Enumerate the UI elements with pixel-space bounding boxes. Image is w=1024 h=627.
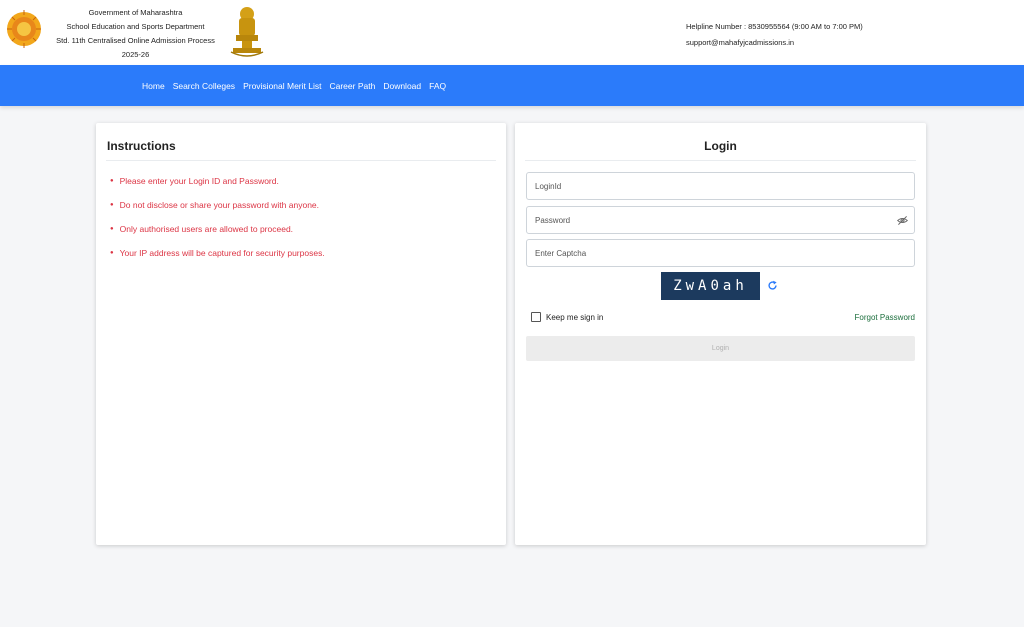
national-emblem-icon <box>230 7 264 57</box>
password-input[interactable] <box>527 207 914 233</box>
list-item: ● Please enter your Login ID and Passwor… <box>110 175 325 187</box>
support-email: support@mahafyjcadmissions.in <box>686 38 795 47</box>
instruction-text: Please enter your Login ID and Password. <box>119 176 279 186</box>
instruction-text: Do not disclose or share your password w… <box>119 200 320 210</box>
list-item: ● Do not disclose or share your password… <box>110 199 325 211</box>
helpline-info: Helpline Number : 8530955564 (9:00 AM to… <box>686 19 863 51</box>
captcha-image: ZwA0ah <box>661 272 760 300</box>
bullet-icon: ● <box>110 178 114 184</box>
keep-signed-in-row: Keep me sign in <box>531 312 603 322</box>
top-header: Government of Maharashtra School Educati… <box>0 0 1024 65</box>
department-title: Government of Maharashtra School Educati… <box>48 6 223 62</box>
instructions-card: Instructions ● Please enter your Login I… <box>96 123 506 545</box>
bullet-icon: ● <box>110 202 114 208</box>
department-name: School Education and Sports Department <box>66 22 205 31</box>
password-field <box>526 206 915 234</box>
loginid-field <box>526 172 915 200</box>
nav-provisional-merit-list[interactable]: Provisional Merit List <box>243 81 321 91</box>
loginid-input[interactable] <box>527 173 914 199</box>
divider <box>525 160 916 161</box>
nav-faq[interactable]: FAQ <box>429 81 446 91</box>
refresh-icon[interactable] <box>767 280 778 291</box>
nav-home[interactable]: Home <box>142 81 165 91</box>
instructions-list: ● Please enter your Login ID and Passwor… <box>110 175 325 271</box>
instructions-title: Instructions <box>107 139 176 153</box>
instruction-text: Only authorised users are allowed to pro… <box>119 224 294 234</box>
login-card: Login ZwA0ah Keep me sign in Forgot Pass… <box>515 123 926 545</box>
captcha-input[interactable] <box>527 240 914 266</box>
divider <box>106 160 496 161</box>
nav-links: Home Search Colleges Provisional Merit L… <box>142 65 446 106</box>
bullet-icon: ● <box>110 226 114 232</box>
login-button[interactable]: Login <box>526 336 915 361</box>
helpline-number: Helpline Number : 8530955564 (9:00 AM to… <box>686 22 863 31</box>
list-item: ● Only authorised users are allowed to p… <box>110 223 325 235</box>
government-name: Government of Maharashtra <box>88 8 183 17</box>
maharashtra-seal-icon <box>7 10 41 48</box>
instruction-text: Your IP address will be captured for sec… <box>119 248 325 258</box>
keep-signed-in-checkbox[interactable] <box>531 312 541 322</box>
process-name: Std. 11th Centralised Online Admission P… <box>56 36 215 59</box>
login-title: Login <box>704 139 737 153</box>
main-navbar: Home Search Colleges Provisional Merit L… <box>0 65 1024 106</box>
list-item: ● Your IP address will be captured for s… <box>110 247 325 259</box>
nav-career-path[interactable]: Career Path <box>329 81 375 91</box>
nav-search-colleges[interactable]: Search Colleges <box>173 81 235 91</box>
bullet-icon: ● <box>110 250 114 256</box>
keep-signed-in-label: Keep me sign in <box>546 312 604 322</box>
forgot-password-link[interactable]: Forgot Password <box>855 313 915 322</box>
captcha-field <box>526 239 915 267</box>
eye-off-icon[interactable] <box>897 215 908 226</box>
nav-download[interactable]: Download <box>383 81 421 91</box>
